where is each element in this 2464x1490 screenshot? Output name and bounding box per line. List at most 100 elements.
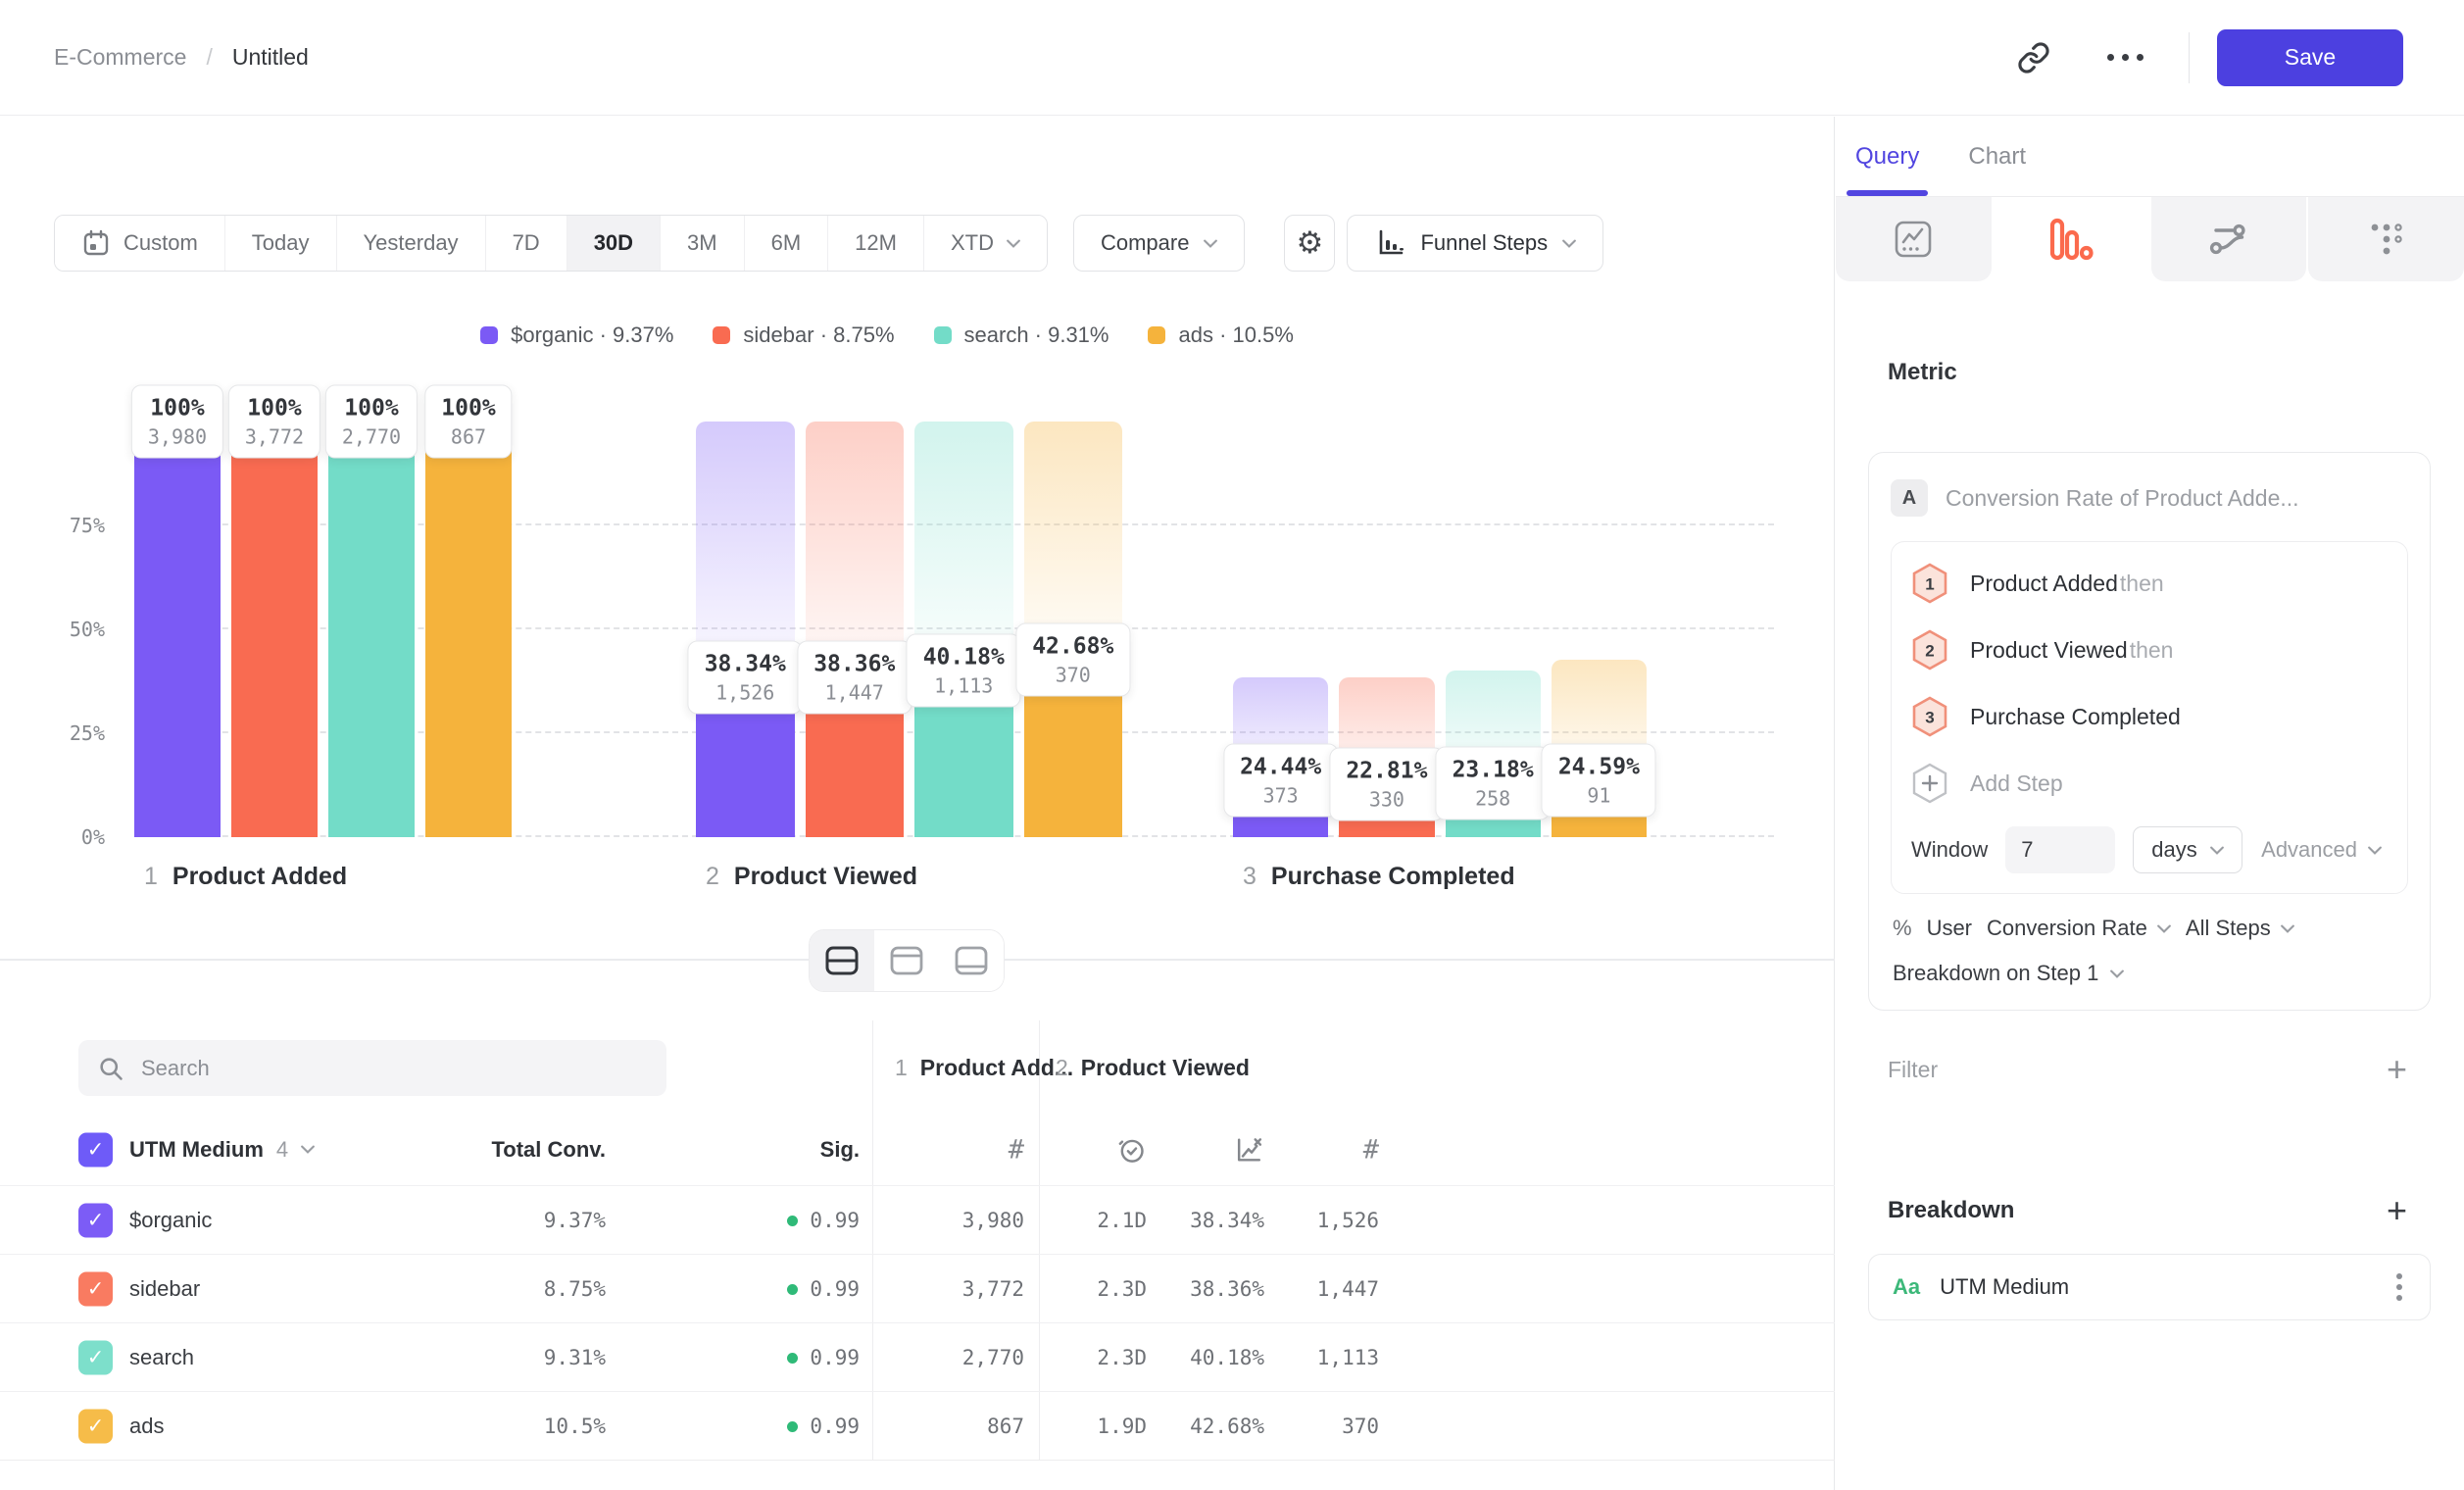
funnel-chart: 0% 25% 50% 75% 100%3,980 100%3,772 100%2… [134, 422, 1774, 837]
row-checkbox[interactable]: ✓ [78, 1272, 113, 1307]
tab-retention[interactable] [2308, 197, 2464, 281]
query-step-1[interactable]: 1 Product Addedthen [1892, 550, 2407, 617]
range-12m[interactable]: 12M [827, 216, 923, 271]
range-custom[interactable]: Custom [55, 216, 224, 271]
range-today[interactable]: Today [224, 216, 336, 271]
range-custom-label: Custom [123, 230, 198, 256]
range-yesterday[interactable]: Yesterday [336, 216, 485, 271]
breakdown-item-utm-medium[interactable]: Aa UTM Medium [1868, 1254, 2431, 1320]
add-step-button[interactable]: Add Step [1892, 750, 2407, 817]
sig-header[interactable]: Sig. [676, 1137, 860, 1163]
bar-search-step3[interactable]: 23.18%258 [1446, 422, 1541, 837]
tab-funnels[interactable] [1994, 197, 2149, 281]
advanced-dropdown[interactable]: Advanced [2255, 836, 2388, 864]
breakdown-column-header[interactable]: UTM Medium 4 [129, 1137, 315, 1163]
view-split-button[interactable] [810, 930, 874, 991]
window-unit-dropdown[interactable]: days [2133, 826, 2242, 873]
table-row-organic[interactable]: ✓ $organic 9.37% 0.99 3,980 2.1D 38.34% … [0, 1185, 1835, 1255]
row-checkbox[interactable]: ✓ [78, 1204, 113, 1238]
bar-value-label: 100%867 [424, 385, 512, 459]
bar-pct: 24.59% [1558, 752, 1640, 782]
bar-search-step2[interactable]: 40.18%1,113 [914, 422, 1013, 837]
chevron-down-icon [1007, 239, 1020, 248]
measure-scope-dropdown[interactable]: All Steps [2186, 916, 2294, 941]
bar-sidebar-step1[interactable]: 100%3,772 [231, 422, 318, 837]
bar-organic-step1[interactable]: 100%3,980 [134, 422, 221, 837]
step-event-name: Product Added [1970, 571, 2118, 596]
bar-sidebar-step3[interactable]: 22.81%330 [1339, 422, 1434, 837]
table-row-ads[interactable]: ✓ ads 10.5% 0.99 867 1.9D 42.68% 370 [0, 1391, 1835, 1461]
row-checkbox[interactable]: ✓ [78, 1341, 113, 1375]
search-input[interactable] [78, 1040, 666, 1096]
split-view-icon [825, 946, 859, 975]
legend-item-ads[interactable]: ads · 10.5% [1148, 323, 1293, 348]
measure-entity[interactable]: User [1927, 916, 1972, 941]
bar-sidebar-step2[interactable]: 38.36%1,447 [806, 422, 905, 837]
tab-insights[interactable] [1836, 197, 1992, 281]
table-row-search[interactable]: ✓ search 9.31% 0.99 2,770 2.3D 40.18% 1,… [0, 1322, 1835, 1392]
bar[interactable] [328, 422, 415, 837]
query-step-3[interactable]: 3 Purchase Completed [1892, 683, 2407, 750]
bar-ads-step3[interactable]: 24.59%91 [1552, 422, 1647, 837]
group-label: Product Viewed [1081, 1055, 1250, 1081]
measure-metric-dropdown[interactable]: Conversion Rate [1987, 916, 2171, 941]
breadcrumb-project[interactable]: E-Commerce [54, 44, 186, 71]
legend-item-organic[interactable]: $organic · 9.37% [480, 323, 673, 348]
legend-item-search[interactable]: search · 9.31% [934, 323, 1109, 348]
bar-count: 258 [1453, 785, 1534, 811]
range-xtd[interactable]: XTD [923, 216, 1047, 271]
chevron-down-icon [2281, 924, 2294, 933]
table-row-sidebar[interactable]: ✓ sidebar 8.75% 0.99 3,772 2.3D 38.36% 1… [0, 1254, 1835, 1323]
bar[interactable] [425, 422, 512, 837]
range-7d[interactable]: 7D [485, 216, 567, 271]
bar-ads-step2[interactable]: 42.68%370 [1024, 422, 1123, 837]
breakdown-item-menu-button[interactable] [2392, 1269, 2406, 1305]
select-all-checkbox[interactable]: ✓ [78, 1132, 113, 1167]
flows-icon [2207, 219, 2250, 260]
panel-tabs: Query Chart [1836, 117, 2464, 197]
row-total-conv: 9.37% [431, 1209, 606, 1232]
conversion-rate-header[interactable] [1137, 1134, 1264, 1165]
range-6m[interactable]: 6M [744, 216, 828, 271]
query-step-2[interactable]: 2 Product Viewedthen [1892, 617, 2407, 683]
chart-settings-button[interactable]: ⚙ [1284, 215, 1335, 272]
window-value-input[interactable] [2005, 826, 2115, 873]
row-added-count: 3,980 [887, 1209, 1024, 1232]
bar-count: 330 [1346, 786, 1427, 812]
bar[interactable] [231, 422, 318, 837]
total-conv-header[interactable]: Total Conv. [431, 1137, 606, 1163]
bar-ads-step1[interactable]: 100%867 [425, 422, 512, 837]
legend-item-sidebar[interactable]: sidebar · 8.75% [713, 323, 894, 348]
compare-button[interactable]: Compare [1073, 215, 1245, 272]
view-chart-only-button[interactable] [874, 930, 939, 991]
metric-title-row[interactable]: A Conversion Rate of Product Adde... [1891, 474, 2408, 522]
bar[interactable] [134, 422, 221, 837]
range-30d-selected[interactable]: 30D [567, 216, 660, 271]
count-column-header[interactable]: # [887, 1134, 1024, 1165]
tab-query[interactable]: Query [1851, 117, 1923, 196]
more-options-button[interactable] [2107, 54, 2144, 61]
compare-label: Compare [1101, 230, 1189, 256]
add-filter-button[interactable]: + [2387, 1052, 2407, 1087]
column-group-product-added: 1Product Add... [895, 1040, 1073, 1096]
tab-flows[interactable] [2151, 197, 2307, 281]
step-number: 3 [1243, 863, 1257, 891]
time-to-convert-header[interactable] [1019, 1134, 1147, 1165]
bar-organic-step3[interactable]: 24.44%373 [1233, 422, 1328, 837]
chart-type-dropdown[interactable]: Funnel Steps [1347, 215, 1603, 272]
breakdown-section: Breakdown + [1888, 1191, 2407, 1230]
view-table-only-button[interactable] [939, 930, 1004, 991]
chevron-down-icon [2110, 969, 2124, 978]
bar-search-step1[interactable]: 100%2,770 [328, 422, 415, 837]
add-breakdown-button[interactable]: + [2387, 1193, 2407, 1228]
range-3m[interactable]: 3M [660, 216, 744, 271]
bar-organic-step2[interactable]: 38.34%1,526 [696, 422, 795, 837]
save-button[interactable]: Save [2217, 29, 2403, 86]
count-column-header[interactable]: # [1252, 1134, 1379, 1165]
breadcrumb-report-title[interactable]: Untitled [232, 44, 309, 71]
copy-link-button[interactable] [2017, 41, 2050, 74]
breakdown-on-step-dropdown[interactable]: Breakdown on Step 1 [1891, 961, 2408, 988]
tab-chart[interactable]: Chart [1964, 117, 2030, 196]
topbar-divider [2189, 32, 2190, 83]
row-checkbox[interactable]: ✓ [78, 1410, 113, 1444]
